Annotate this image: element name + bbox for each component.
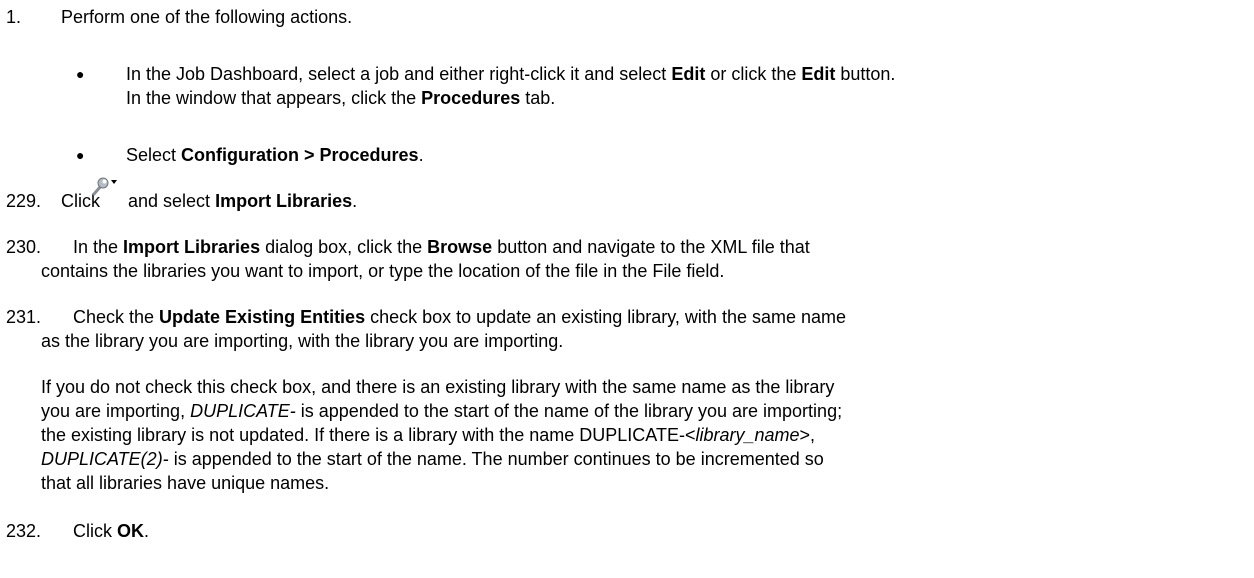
step-number: 232. bbox=[6, 521, 42, 541]
note-text: If you do not check this check box, and … bbox=[41, 377, 835, 397]
bullet-text: In the window that appears, click the Pr… bbox=[126, 88, 556, 108]
step-number: 230. bbox=[6, 237, 42, 257]
step-text: Perform one of the following actions. bbox=[61, 7, 353, 27]
step-text: In the Import Libraries dialog box, clic… bbox=[73, 237, 810, 257]
bullet-text: In the Job Dashboard, select a job and e… bbox=[126, 64, 896, 84]
note-text: that all libraries have unique names. bbox=[41, 473, 330, 493]
step-text: and select Import Libraries. bbox=[128, 191, 358, 211]
step-text: as the library you are importing, with t… bbox=[41, 331, 564, 351]
note-text: the existing library is not updated. If … bbox=[41, 425, 816, 445]
step-text: Click OK. bbox=[73, 521, 150, 541]
step-number: 231. bbox=[6, 307, 42, 327]
step-number: 1. bbox=[6, 7, 22, 27]
step-text: contains the libraries you want to impor… bbox=[41, 261, 725, 281]
bullet-icon: ● bbox=[76, 147, 85, 163]
note-text: you are importing, DUPLICATE- is appende… bbox=[41, 401, 843, 421]
bullet-icon: ● bbox=[76, 66, 85, 82]
step-number: 229. bbox=[6, 191, 42, 211]
wrench-dropdown-icon bbox=[86, 174, 120, 200]
step-text: Check the Update Existing Entities check… bbox=[73, 307, 847, 327]
note-text: DUPLICATE(2)- is appended to the start o… bbox=[41, 449, 824, 469]
bullet-text: Select Configuration > Procedures. bbox=[126, 145, 424, 165]
